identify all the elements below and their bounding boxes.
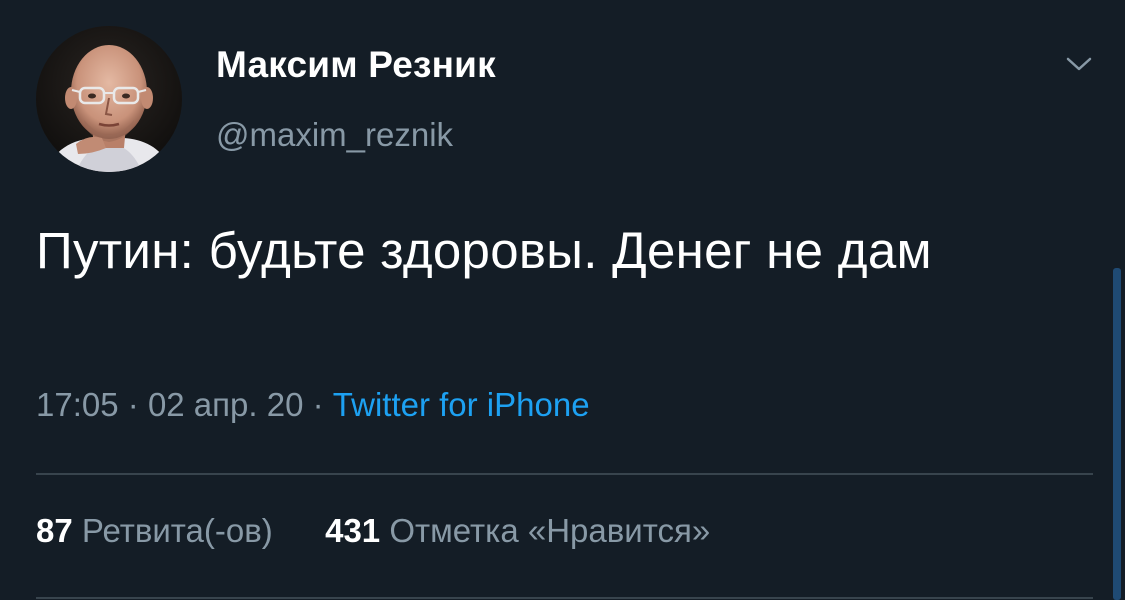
- retweets-count: 87: [36, 512, 73, 549]
- tweet-stats: 87 Ретвита(-ов) 431 Отметка «Нравится»: [36, 512, 710, 550]
- likes-stat[interactable]: 431 Отметка «Нравится»: [325, 512, 710, 549]
- scrollbar[interactable]: [1113, 268, 1121, 600]
- retweets-stat[interactable]: 87 Ретвита(-ов): [36, 512, 282, 549]
- author-avatar[interactable]: [36, 26, 182, 172]
- meta-separator: ·: [127, 386, 139, 423]
- likes-label: Отметка «Нравится»: [389, 512, 711, 549]
- meta-separator: ·: [312, 386, 324, 423]
- author-handle[interactable]: @maxim_reznik: [216, 116, 453, 154]
- tweet-detail: Максим Резник @maxim_reznik Путин: будьт…: [0, 0, 1125, 600]
- divider: [36, 597, 1093, 599]
- tweet-text: Путин: будьте здоровы. Денег не дам: [36, 222, 932, 279]
- retweets-label: Ретвита(-ов): [81, 512, 273, 549]
- tweet-time: 17:05: [36, 386, 119, 423]
- likes-count: 431: [325, 512, 381, 549]
- tweet-meta: 17:05 · 02 апр. 20 · Twitter for iPhone: [36, 386, 590, 424]
- divider: [36, 473, 1093, 475]
- tweet-date: 02 апр. 20: [147, 386, 304, 423]
- author-display-name[interactable]: Максим Резник: [216, 44, 496, 86]
- avatar-photo-icon: [36, 26, 182, 172]
- chevron-down-icon[interactable]: [1062, 50, 1096, 78]
- tweet-source-link[interactable]: Twitter for iPhone: [333, 386, 590, 423]
